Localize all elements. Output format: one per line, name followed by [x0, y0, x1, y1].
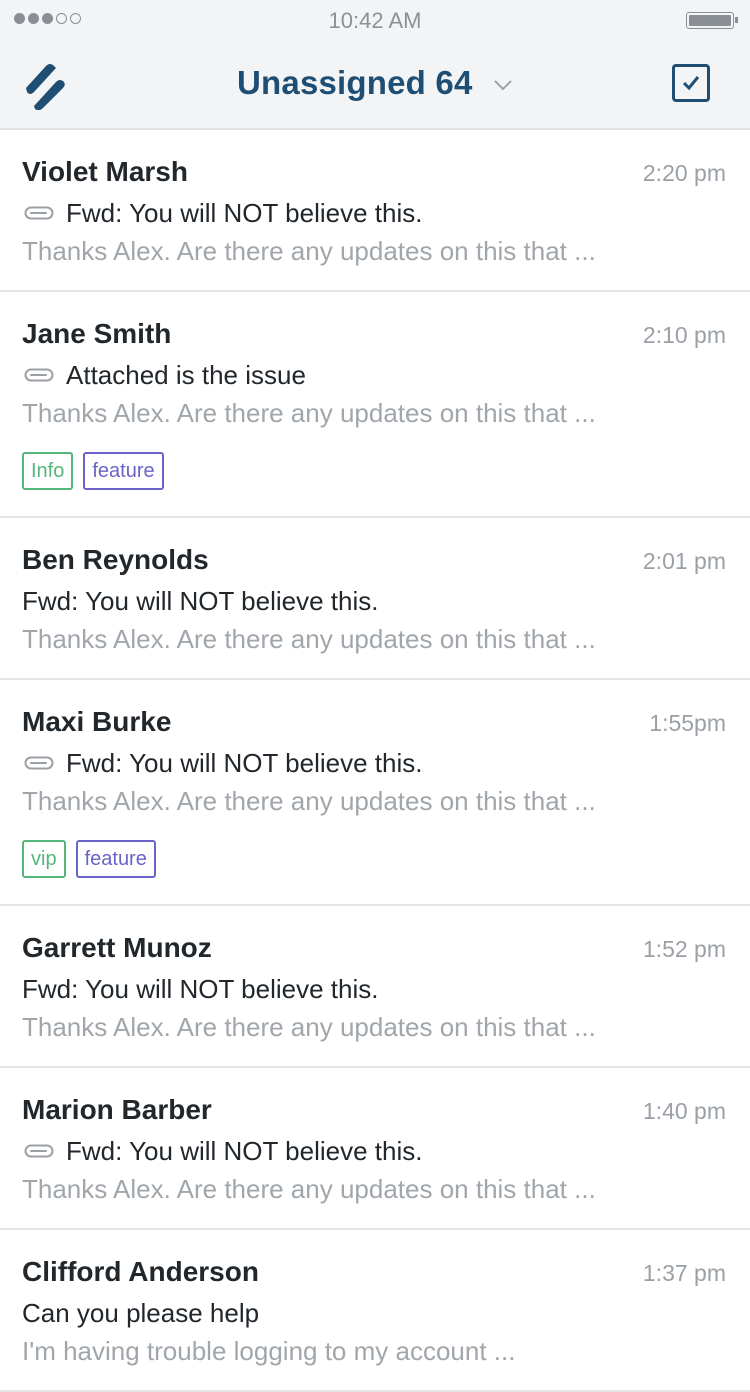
conversation-subject: Fwd: You will NOT believe this.	[22, 194, 726, 232]
paperclip-icon	[22, 1144, 66, 1158]
customer-name: Clifford Anderson	[22, 1256, 259, 1287]
conversation-subject: Fwd: You will NOT believe this.	[22, 582, 726, 620]
conversation-row[interactable]: Marion Barber 1:40 pm Fwd: You will NOT be…	[0, 1068, 750, 1230]
conversation-time: 2:01 pm	[642, 548, 726, 574]
message-preview: Thanks Alex. Are there any updates on th…	[22, 1174, 596, 1204]
conversation-subject: Fwd: You will NOT believe this.	[22, 970, 726, 1008]
conversation-row[interactable]: Clifford Anderson 1:37 pm Can you please h…	[0, 1230, 750, 1392]
paperclip-icon	[22, 756, 66, 770]
conversation-subject: Fwd: You will NOT believe this.	[22, 1132, 726, 1170]
customer-name: Ben Reynolds	[22, 544, 209, 575]
status-bar: 10:42 AM	[0, 0, 750, 40]
battery-level	[689, 15, 731, 26]
conversation-row[interactable]: Violet Marsh 2:20 pm Fwd: You will NOT bel…	[0, 130, 750, 292]
subject-text: Attached is the issue	[66, 360, 306, 390]
tag-info[interactable]: Info	[22, 452, 74, 490]
subject-text: Can you please help	[22, 1298, 260, 1328]
subject-text: Fwd: You will NOT believe this.	[66, 198, 423, 228]
mailbox-dropdown[interactable]: Unassigned 64	[0, 64, 750, 102]
status-time: 10:42 AM	[328, 8, 422, 33]
paperclip-icon	[22, 368, 66, 382]
conversation-row[interactable]: Jane Smith 2:10 pm Attached is the issue Th…	[0, 292, 750, 518]
tag-feature[interactable]: feature	[75, 840, 156, 878]
customer-name: Jane Smith	[22, 318, 172, 349]
conversation-time: 2:20 pm	[642, 160, 726, 186]
conversation-time: 1:40 pm	[642, 1098, 726, 1124]
conversation-time: 1:52 pm	[642, 936, 726, 962]
conversation-row[interactable]: Ben Reynolds 2:01 pm Fwd: You will NOT bel…	[0, 518, 750, 680]
tag-list: Info feature	[22, 452, 726, 490]
subject-text: Fwd: You will NOT believe this.	[66, 748, 423, 778]
message-preview: I'm having trouble logging to my account…	[22, 1336, 516, 1366]
subject-text: Fwd: You will NOT believe this.	[66, 1136, 423, 1166]
conversation-row[interactable]: Garrett Munoz 1:52 pm Fwd: You will NOT be…	[0, 906, 750, 1068]
message-preview: Thanks Alex. Are there any updates on th…	[22, 236, 596, 266]
message-preview: Thanks Alex. Are there any updates on th…	[22, 624, 596, 654]
conversation-time: 2:10 pm	[642, 322, 726, 348]
conversation-row[interactable]: Maxi Burke 1:55pm Fwd: You will NOT believ…	[0, 680, 750, 906]
subject-text: Fwd: You will NOT believe this.	[22, 974, 379, 1004]
conversation-subject: Attached is the issue	[22, 356, 726, 394]
customer-name: Garrett Munoz	[22, 932, 212, 963]
conversation-subject: Can you please help	[22, 1294, 726, 1332]
message-preview: Thanks Alex. Are there any updates on th…	[22, 1012, 596, 1042]
conversation-time: 1:37 pm	[642, 1260, 726, 1286]
message-preview: Thanks Alex. Are there any updates on th…	[22, 398, 596, 428]
customer-name: Violet Marsh	[22, 156, 188, 187]
conversation-list: Violet Marsh 2:20 pm Fwd: You will NOT bel…	[0, 130, 750, 1392]
chevron-down-icon	[493, 78, 513, 96]
paperclip-icon	[22, 206, 66, 220]
customer-name: Maxi Burke	[22, 706, 172, 737]
tag-vip[interactable]: vip	[22, 840, 66, 878]
conversation-time: 1:55pm	[649, 710, 726, 736]
message-preview: Thanks Alex. Are there any updates on th…	[22, 786, 596, 816]
subject-text: Fwd: You will NOT believe this.	[22, 586, 379, 616]
page-title: Unassigned 64	[237, 64, 473, 101]
select-mode-button[interactable]	[672, 64, 710, 102]
tag-feature[interactable]: feature	[83, 452, 164, 490]
nav-bar: Unassigned 64	[0, 40, 750, 130]
battery-icon	[686, 12, 738, 29]
checkbox-select-icon	[682, 76, 700, 91]
customer-name: Marion Barber	[22, 1094, 212, 1125]
tag-list: vip feature	[22, 840, 726, 878]
conversation-subject: Fwd: You will NOT believe this.	[22, 744, 726, 782]
